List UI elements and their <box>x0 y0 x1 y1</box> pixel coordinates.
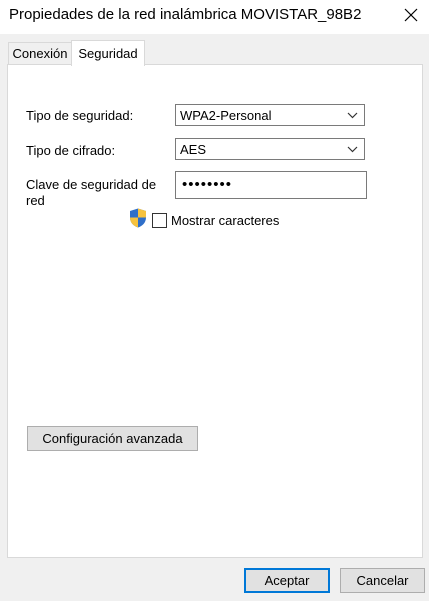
close-button[interactable] <box>396 2 426 30</box>
close-icon <box>404 8 418 22</box>
security-type-value: WPA2-Personal <box>180 108 272 123</box>
title-bar: Propiedades de la red inalámbrica MOVIST… <box>0 0 429 34</box>
encryption-type-select[interactable]: AES <box>175 138 365 160</box>
security-type-select[interactable]: WPA2-Personal <box>175 104 365 126</box>
chevron-down-icon <box>347 112 358 119</box>
show-characters-label[interactable]: Mostrar caracteres <box>171 213 279 228</box>
tab-seguridad[interactable]: Seguridad <box>71 40 145 66</box>
ok-button[interactable]: Aceptar <box>244 568 330 593</box>
encryption-type-value: AES <box>180 142 207 157</box>
window-title: Propiedades de la red inalámbrica MOVIST… <box>9 6 362 23</box>
network-key-masked: •••••••• <box>182 176 233 193</box>
network-key-label: Clave de seguridad de red <box>26 177 157 208</box>
network-key-field[interactable]: •••••••• <box>175 171 367 199</box>
tab-conexion[interactable]: Conexión <box>8 42 72 65</box>
security-type-label: Tipo de seguridad: <box>26 108 134 123</box>
show-characters-checkbox[interactable] <box>152 213 167 228</box>
uac-shield-icon <box>130 208 146 228</box>
encryption-type-label: Tipo de cifrado: <box>26 143 116 158</box>
chevron-down-icon <box>347 146 358 153</box>
cancel-button[interactable]: Cancelar <box>340 568 425 593</box>
advanced-settings-button[interactable]: Configuración avanzada <box>27 426 198 451</box>
